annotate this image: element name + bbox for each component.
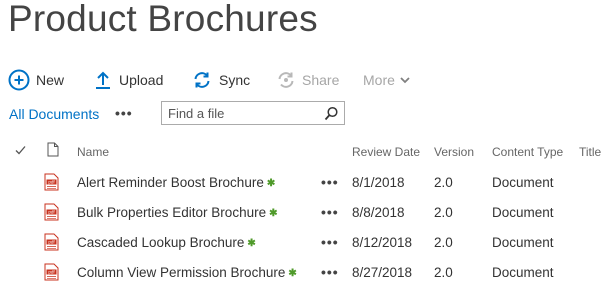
file-name-link[interactable]: Cascaded Lookup Brochure	[77, 235, 244, 250]
cell-review-date: 8/8/2018	[352, 205, 405, 220]
column-header-content-type[interactable]: Content Type	[492, 145, 563, 159]
file-name-link[interactable]: Bulk Properties Editor Brochure	[77, 205, 266, 220]
upload-button[interactable]: Upload	[95, 70, 163, 90]
new-item-icon: ✱	[288, 268, 297, 279]
table-row[interactable]: pdf Alert Reminder Boost Brochure ✱ ••• 8…	[0, 168, 616, 198]
new-button[interactable]: New	[8, 69, 64, 91]
row-actions-ellipsis[interactable]: •••	[321, 264, 339, 280]
file-name-link[interactable]: Alert Reminder Boost Brochure	[77, 175, 264, 190]
sync-button[interactable]: Sync	[192, 70, 250, 90]
cell-version: 2.0	[434, 235, 453, 250]
new-item-icon: ✱	[247, 238, 256, 249]
upload-button-label: Upload	[119, 72, 164, 88]
svg-text:pdf: pdf	[48, 180, 55, 185]
share-button-label: Share	[302, 72, 340, 88]
select-all-checkmark-icon[interactable]	[15, 144, 26, 158]
magnifier-icon[interactable]	[324, 106, 339, 126]
column-header-name[interactable]: Name	[77, 145, 109, 159]
share-icon	[276, 70, 296, 90]
table-row[interactable]: pdf Column View Permission Brochure ✱ •••…	[0, 258, 616, 288]
more-button[interactable]: More	[363, 72, 410, 88]
table-row[interactable]: pdf Bulk Properties Editor Brochure ✱ •••…	[0, 198, 616, 228]
search-input[interactable]	[162, 103, 318, 123]
table-row[interactable]: pdf Cascaded Lookup Brochure ✱ ••• 8/12/2…	[0, 228, 616, 258]
cell-review-date: 8/12/2018	[352, 235, 413, 250]
pdf-file-icon: pdf	[44, 203, 59, 226]
cell-content-type: Document	[492, 205, 554, 220]
column-header-review-date[interactable]: Review Date	[352, 145, 420, 159]
view-more-ellipsis[interactable]: •••	[115, 105, 133, 121]
cell-review-date: 8/1/2018	[352, 175, 405, 190]
search-box	[161, 101, 345, 125]
file-name-link[interactable]: Column View Permission Brochure	[77, 265, 285, 280]
new-item-icon: ✱	[266, 178, 276, 189]
svg-text:pdf: pdf	[48, 270, 55, 275]
view-all-documents[interactable]: All Documents	[9, 106, 99, 122]
cell-content-type: Document	[492, 235, 554, 250]
row-actions-ellipsis[interactable]: •••	[321, 234, 339, 250]
column-header-title[interactable]: Title	[579, 145, 601, 159]
document-icon	[47, 142, 59, 160]
cell-version: 2.0	[434, 265, 453, 280]
pdf-file-icon: pdf	[44, 233, 59, 256]
cell-version: 2.0	[434, 205, 453, 220]
chevron-down-icon	[400, 76, 410, 84]
column-header-version[interactable]: Version	[434, 145, 474, 159]
svg-text:pdf: pdf	[48, 240, 55, 245]
more-button-label: More	[363, 72, 395, 88]
cell-content-type: Document	[492, 265, 554, 280]
share-button[interactable]: Share	[276, 70, 339, 90]
svg-text:pdf: pdf	[48, 210, 55, 215]
cell-version: 2.0	[434, 175, 453, 190]
plus-circle-icon	[8, 69, 30, 91]
pdf-file-icon: pdf	[44, 263, 59, 286]
sync-button-label: Sync	[219, 72, 251, 88]
upload-arrow-icon	[95, 70, 111, 90]
view-bar: All Documents	[9, 102, 99, 126]
sync-icon	[192, 70, 212, 90]
new-item-icon: ✱	[269, 208, 278, 219]
cell-review-date: 8/27/2018	[352, 265, 413, 280]
new-button-label: New	[36, 72, 65, 88]
pdf-file-icon: pdf	[44, 173, 59, 196]
row-actions-ellipsis[interactable]: •••	[321, 174, 339, 190]
row-actions-ellipsis[interactable]: •••	[321, 204, 339, 220]
page-title: Product Brochures	[8, 0, 318, 39]
cell-content-type: Document	[492, 175, 554, 190]
